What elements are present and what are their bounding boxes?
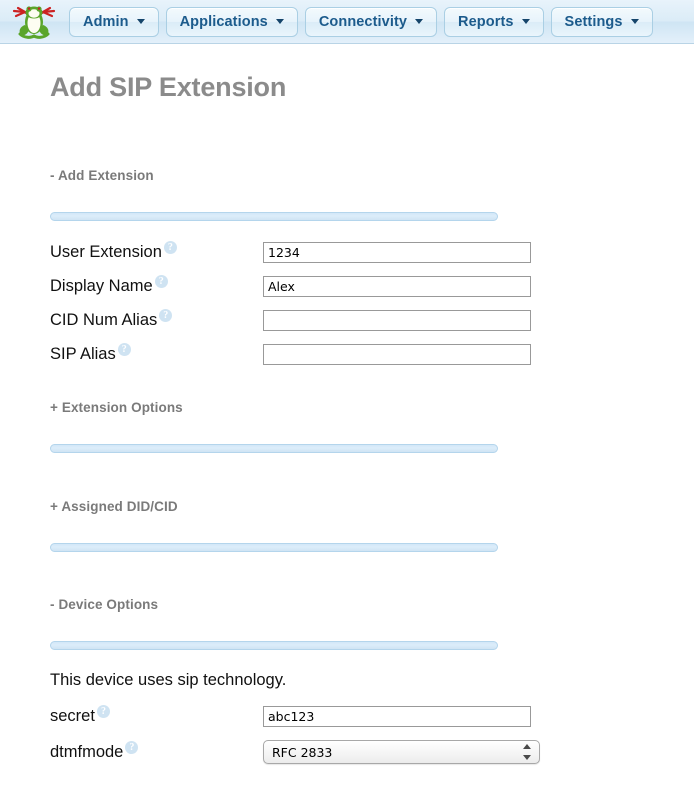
sip-alias-input[interactable]: [263, 343, 531, 365]
help-question-icon[interactable]: ?: [125, 740, 139, 754]
nav-item-label: Admin: [83, 13, 129, 30]
nav-item-settings[interactable]: Settings: [550, 6, 653, 37]
page-title: Add SIP Extension: [50, 72, 287, 102]
dtmfmode-select-value[interactable]: RFC 2833: [263, 740, 540, 764]
field-label-display-name: Display Name: [50, 276, 153, 295]
section-divider: [50, 641, 498, 650]
section-header-add-extension[interactable]: - Add Extension: [50, 168, 154, 183]
section-assigned-did-cid: + Assigned DID/CID: [50, 498, 694, 552]
chevron-down-icon: [136, 19, 145, 24]
nav-item-label: Applications: [179, 13, 268, 30]
field-label-sip-alias: SIP Alias: [50, 344, 116, 363]
nav-item-admin[interactable]: Admin: [69, 6, 159, 37]
form-row-user-extension: User Extension ?: [50, 238, 694, 266]
display-name-input[interactable]: [263, 275, 531, 297]
chevron-down-icon: [630, 19, 639, 24]
frog-logo-icon[interactable]: [6, 3, 62, 41]
field-control: [263, 309, 531, 331]
form-row-display-name: Display Name ?: [50, 272, 694, 300]
nav-item-reports[interactable]: Reports: [444, 6, 544, 37]
form-row-sip-alias: SIP Alias ?: [50, 340, 694, 368]
help-question-icon[interactable]: ?: [96, 704, 110, 718]
section-device-options: - Device Options: [50, 596, 694, 650]
chevron-down-icon: [415, 19, 424, 24]
user-extension-input[interactable]: [263, 241, 531, 263]
nav-item-label: Settings: [564, 13, 623, 30]
form-row-cid-num-alias: CID Num Alias ?: [50, 306, 694, 334]
section-header-device-options[interactable]: - Device Options: [50, 597, 158, 612]
section-divider: [50, 212, 498, 221]
section-header-assigned-did-cid[interactable]: + Assigned DID/CID: [50, 499, 178, 514]
chevron-down-icon: [521, 19, 530, 24]
help-question-icon[interactable]: ?: [154, 274, 168, 288]
page-content: Add SIP Extension - Add Extension User E…: [0, 44, 694, 766]
field-control: [263, 705, 531, 727]
field-label-user-extension: User Extension: [50, 242, 162, 261]
dtmfmode-select[interactable]: RFC 2833: [263, 740, 540, 764]
device-technology-note: This device uses sip technology.: [50, 671, 287, 689]
help-question-icon[interactable]: ?: [163, 240, 177, 254]
nav-item-applications[interactable]: Applications: [165, 6, 298, 37]
section-extension-options: + Extension Options: [50, 399, 694, 453]
field-control: [263, 343, 531, 365]
field-control: [263, 241, 531, 263]
nav-item-label: Connectivity: [318, 13, 408, 30]
section-divider: [50, 444, 498, 453]
chevron-down-icon: [275, 19, 284, 24]
section-header-extension-options[interactable]: + Extension Options: [50, 400, 183, 415]
field-control: [263, 275, 531, 297]
secret-input[interactable]: [263, 705, 531, 727]
cid-num-alias-input[interactable]: [263, 309, 531, 331]
help-question-icon[interactable]: ?: [117, 342, 131, 356]
form-row-secret: secret ?: [50, 702, 694, 730]
section-divider: [50, 543, 498, 552]
section-add-extension: - Add Extension: [50, 167, 694, 221]
help-question-icon[interactable]: ?: [159, 308, 173, 322]
nav-item-label: Reports: [458, 13, 514, 30]
field-label-secret: secret: [50, 706, 95, 725]
form-row-dtmfmode: dtmfmode ? RFC 2833: [50, 738, 694, 766]
field-control: RFC 2833: [263, 740, 540, 764]
main-navbar: Admin Applications Connectivity Reports …: [0, 0, 694, 44]
field-label-cid-num-alias: CID Num Alias: [50, 310, 158, 329]
nav-item-connectivity[interactable]: Connectivity: [304, 6, 438, 37]
field-label-dtmfmode: dtmfmode: [50, 742, 124, 761]
